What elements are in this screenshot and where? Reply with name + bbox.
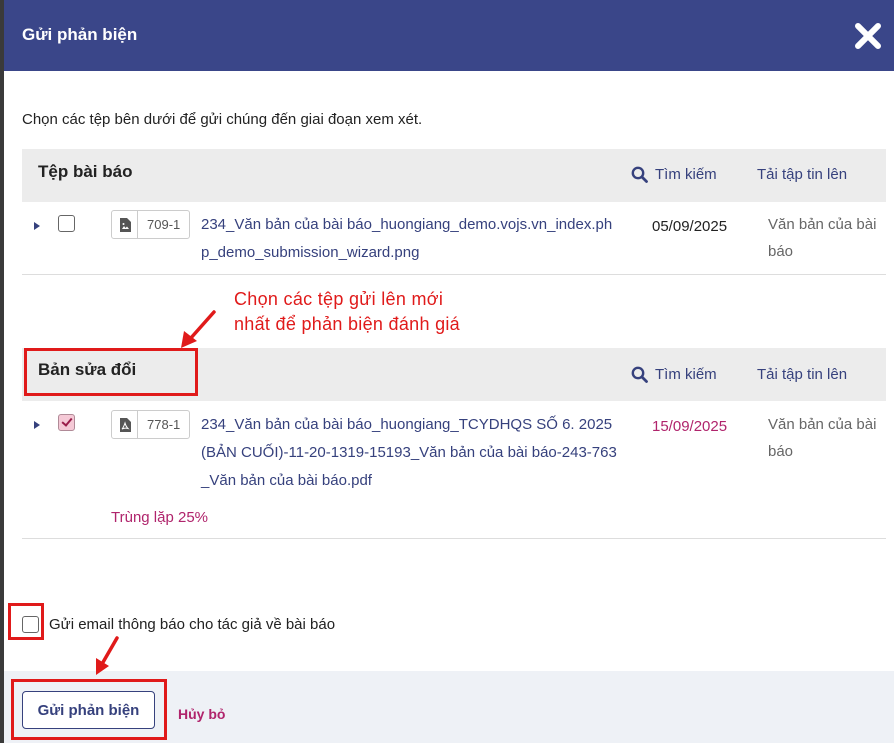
file-select-checkbox[interactable] — [58, 414, 75, 431]
file-id: 709-1 — [147, 217, 181, 232]
annotation-box-revisions — [24, 348, 198, 396]
modal-title: Gửi phản biện — [22, 25, 138, 44]
email-notify-label[interactable]: Gửi email thông báo cho tác giả về bài b… — [49, 616, 335, 633]
file-row: 778-1 234_Văn bản của bài báo_huongiang_… — [22, 401, 886, 538]
file-name-link[interactable]: 234_Văn bản của bài báo_huongiang_TCYDHQ… — [201, 411, 619, 495]
article-files-title: Tệp bài báo — [38, 162, 133, 181]
search-icon — [631, 366, 648, 383]
cancel-link[interactable]: Hủy bỏ — [178, 706, 225, 722]
expand-row-icon[interactable] — [34, 222, 40, 230]
revisions-upload-button[interactable]: Tải tập tin lên — [757, 366, 847, 383]
annotation-line-2: nhất để phản biện đánh giá — [234, 314, 460, 334]
file-row: 709-1 234_Văn bản của bài báo_huongiang_… — [22, 202, 886, 274]
file-type: Văn bản của bài báo — [768, 216, 877, 260]
article-files-header: Tệp bài báo Tìm kiếm Tải tập tin lên — [22, 149, 886, 202]
article-files-upload-button[interactable]: Tải tập tin lên — [757, 166, 847, 183]
close-button[interactable] — [852, 20, 884, 52]
image-file-icon — [119, 217, 131, 232]
file-select-checkbox[interactable] — [58, 215, 75, 232]
file-id-badge: 709-1 — [111, 210, 190, 239]
article-files-panel: Tệp bài báo Tìm kiếm Tải tập tin lên 709… — [22, 149, 886, 275]
close-icon — [855, 23, 881, 49]
file-date: 05/09/2025 — [652, 218, 728, 235]
file-type: Văn bản của bài báo — [768, 416, 877, 460]
file-id: 778-1 — [147, 417, 181, 432]
search-icon — [631, 166, 648, 183]
annotation-line-1: Chọn các tệp gửi lên mới — [234, 289, 444, 309]
search-label: Tìm kiếm — [655, 366, 717, 383]
revisions-search-button[interactable]: Tìm kiếm — [631, 366, 717, 383]
article-files-search-button[interactable]: Tìm kiếm — [631, 166, 717, 183]
search-label: Tìm kiếm — [655, 166, 717, 183]
modal-header: Gửi phản biện — [4, 0, 894, 71]
file-name-link[interactable]: 234_Văn bản của bài báo_huongiang_demo.v… — [201, 211, 619, 267]
expand-row-icon[interactable] — [34, 421, 40, 429]
file-id-badge: 778-1 — [111, 410, 190, 439]
file-date: 15/09/2025 — [652, 418, 728, 435]
pdf-file-icon — [119, 417, 131, 432]
annotation-box-submit — [11, 679, 167, 740]
annotation-note: Chọn các tệp gửi lên mới nhất để phản bi… — [234, 287, 460, 337]
intro-text: Chọn các tệp bên dưới để gửi chúng đến g… — [22, 111, 423, 128]
duplicate-score-link[interactable]: Trùng lặp 25% — [111, 509, 208, 526]
annotation-box-email — [8, 603, 44, 640]
